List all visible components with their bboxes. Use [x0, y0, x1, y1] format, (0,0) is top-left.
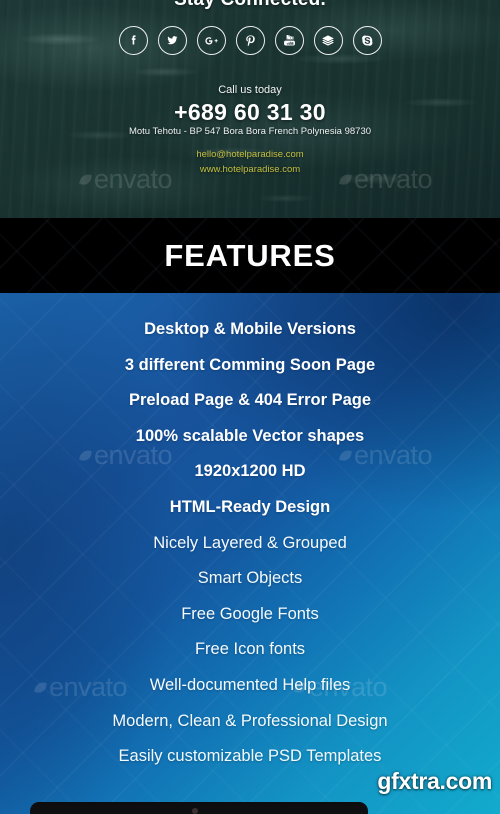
feature-item: Nicely Layered & Grouped: [153, 533, 347, 552]
stay-connected-heading: Stay Connected.: [0, 0, 500, 11]
google-plus-icon[interactable]: [196, 26, 226, 55]
features-section: Desktop & Mobile Versions 3 different Com…: [0, 293, 500, 814]
phone-number: +689 60 31 30: [174, 99, 326, 125]
pinterest-icon[interactable]: [235, 26, 265, 55]
social-icons-row: [0, 26, 500, 55]
feature-item: Preload Page & 404 Error Page: [128, 391, 372, 410]
twitter-icon[interactable]: [157, 26, 187, 55]
website-link[interactable]: www.hotelparadise.com: [0, 164, 500, 175]
email-link[interactable]: hello@hotelparadise.com: [0, 149, 500, 160]
gfxtra-watermark: gfxtra.com: [377, 768, 492, 794]
feature-item: HTML-Ready Design: [169, 498, 331, 516]
screenshot-root: Stay Connected. Call us: [0, 0, 500, 814]
feature-item: Smart Objects: [197, 569, 303, 588]
feature-item: Free Google Fonts: [181, 604, 319, 623]
skype-icon[interactable]: [352, 26, 382, 55]
layers-icon[interactable]: [313, 26, 343, 55]
contact-section: Stay Connected. Call us: [0, 0, 500, 218]
feature-item: 3 different Comming Soon Page: [124, 355, 376, 374]
device-mockup: [30, 802, 368, 814]
device-camera-icon: [192, 808, 199, 814]
facebook-icon[interactable]: [118, 26, 148, 55]
feature-item: Desktop & Mobile Versions: [144, 320, 356, 338]
address-line: Motu Tehotu - BP 547 Bora Bora French Po…: [128, 126, 372, 137]
feature-item: 1920x1200 HD: [194, 462, 306, 481]
feature-item: Modern, Clean & Professional Design: [112, 711, 388, 730]
features-heading: FEATURES: [164, 238, 336, 273]
youtube-icon[interactable]: [274, 26, 304, 55]
feature-item: Well-documented Help files: [149, 676, 351, 694]
features-band: FEATURES: [0, 218, 500, 293]
feature-item: 100% scalable Vector shapes: [135, 426, 365, 445]
call-us-label: Call us today: [218, 84, 282, 96]
feature-item: Easily customizable PSD Templates: [118, 747, 382, 766]
feature-item: Free Icon fonts: [194, 640, 306, 659]
